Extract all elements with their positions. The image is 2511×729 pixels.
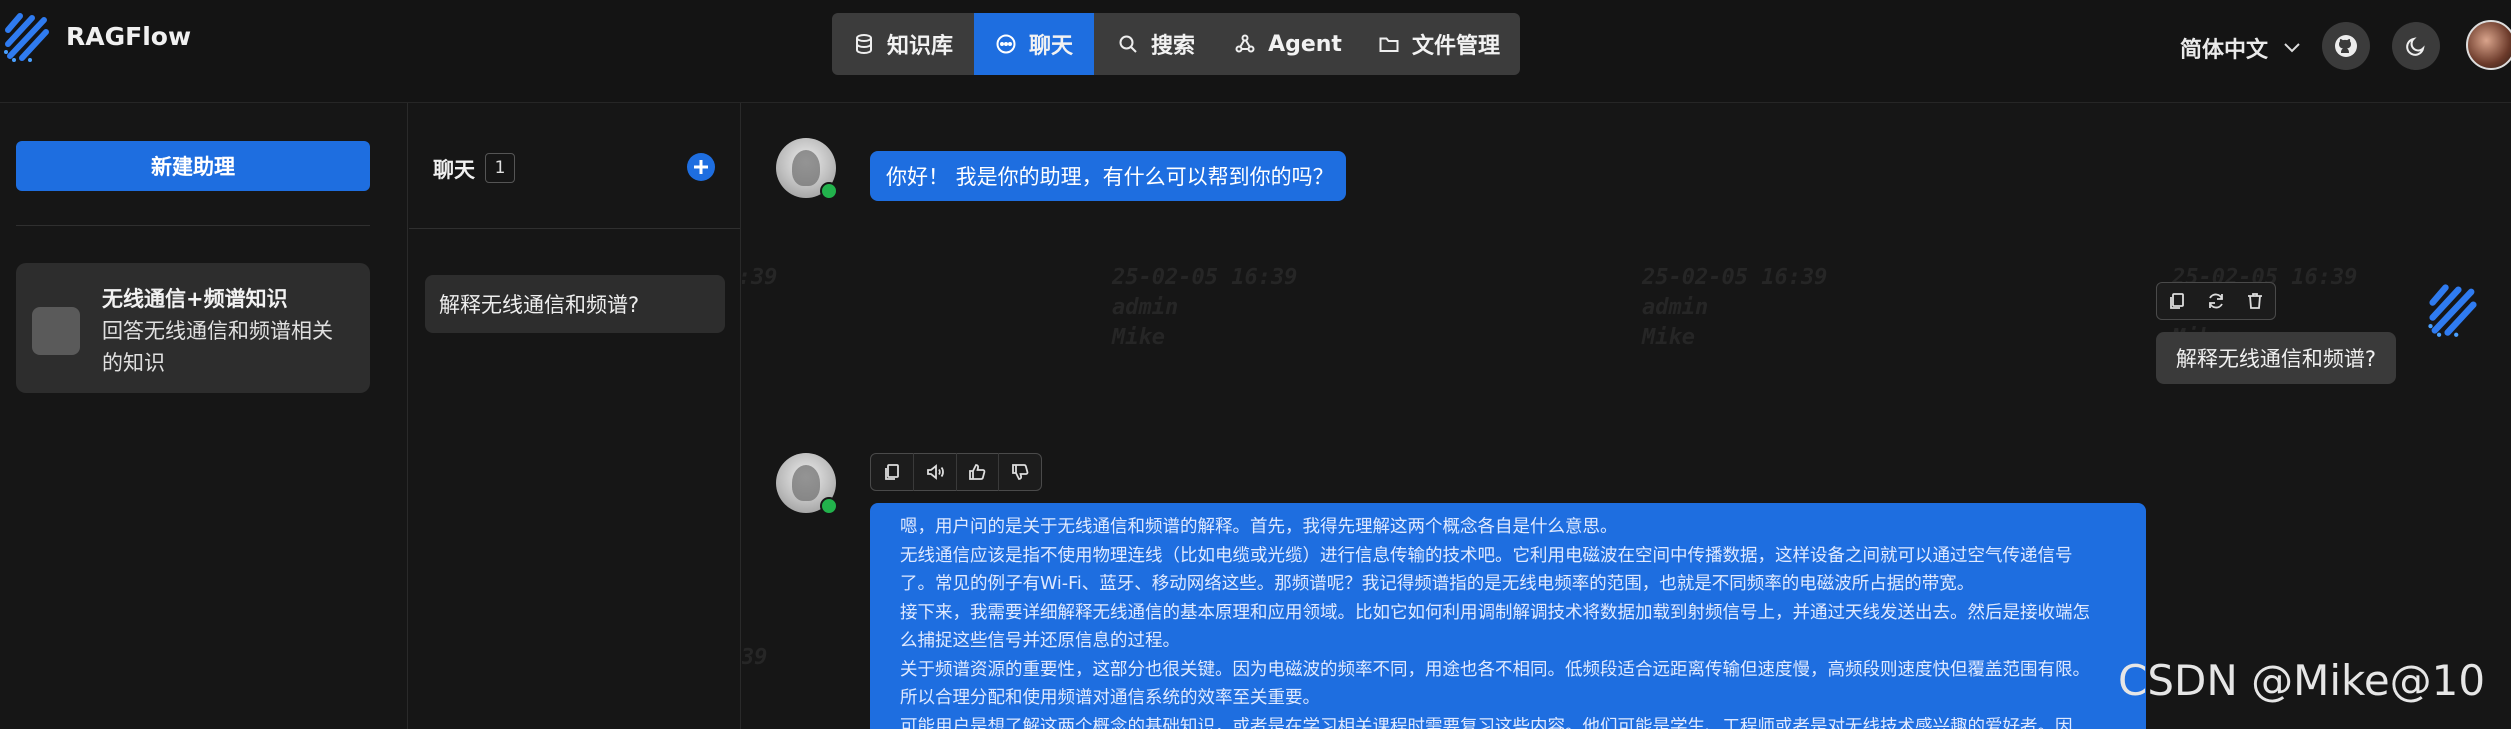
assistant-name: 无线通信+频谱知识	[102, 287, 288, 311]
conversation-list-panel: 聊天 1 解释无线通信和频谱?	[409, 103, 741, 729]
thumbs-up-icon	[967, 462, 987, 482]
read-aloud-button[interactable]	[914, 453, 957, 491]
assistant-sidebar: 新建助理 无线通信+频谱知识 回答无线通信和频谱相关的知识	[0, 103, 408, 729]
language-selector[interactable]: 简体中文	[2180, 32, 2302, 64]
chat-panel: 25-02-05 16:39 admin Mike 25-02-05 16:39…	[742, 103, 2511, 729]
answer-line: 么捕捉这些信号并还原信息的过程。	[900, 631, 1180, 651]
assistant-avatar	[776, 453, 838, 515]
watermark: 25-02-05 16:39 admin Mike	[1642, 265, 1828, 350]
watermark: 25-02-05 16:39 admin Mike	[1112, 265, 1298, 350]
user-message-avatar	[2424, 279, 2482, 339]
speaker-icon	[925, 462, 945, 482]
assistant-card[interactable]: 无线通信+频谱知识 回答无线通信和频谱相关的知识	[16, 263, 370, 393]
conversation-list-title: 聊天	[433, 158, 475, 182]
nav-item-file-manager[interactable]: 文件管理	[1358, 13, 1520, 75]
new-assistant-button[interactable]: 新建助理	[16, 141, 370, 191]
dislike-button[interactable]	[999, 453, 1041, 491]
greeting-message: 你好！ 我是你的助理，有什么可以帮到你的吗？	[870, 151, 1346, 201]
agent-graph-icon	[1234, 33, 1256, 55]
database-icon	[853, 33, 875, 55]
nav-label: 聊天	[1028, 34, 1073, 59]
folder-icon	[1378, 33, 1400, 55]
answer-line: 可能用户是想了解这两个概念的基础知识，或者是在学习相关课程时需要复习这些内容。他…	[900, 716, 2073, 729]
answer-line: 无线通信应该是指不使用物理连线（比如电缆或光缆）进行信息传输的技术吧。它利用电磁…	[900, 545, 2073, 566]
nav-label: 搜索	[1150, 34, 1195, 59]
online-status-dot	[820, 497, 838, 515]
ragflow-logo-icon[interactable]	[0, 8, 54, 64]
user-message: 解释无线通信和频谱?	[2156, 332, 2396, 384]
nav-label: 文件管理	[1411, 34, 1500, 59]
chat-icon	[995, 33, 1017, 55]
answer-toolbar	[870, 453, 1042, 491]
divider	[409, 228, 740, 229]
plus-circle-icon	[686, 152, 716, 182]
assistant-avatar	[32, 307, 80, 355]
nav-item-search[interactable]: 搜索	[1094, 13, 1218, 75]
user-message-toolbar	[2156, 282, 2276, 320]
search-icon	[1117, 33, 1139, 55]
copy-button[interactable]	[871, 453, 914, 491]
assistant-description: 回答无线通信和频谱相关的知识	[102, 319, 333, 375]
thumbs-down-icon	[1010, 462, 1030, 482]
divider	[16, 225, 370, 226]
nav-label: 知识库	[886, 34, 953, 59]
csdn-watermark: CSDN @Mike@10	[2118, 656, 2486, 705]
github-button[interactable]	[2322, 22, 2370, 70]
answer-line: 关于频谱资源的重要性，这部分也很关键。因为电磁波的频率不同，用途也各不相同。低频…	[900, 659, 2090, 680]
top-header: RAGFlow 知识库 聊天 搜索 Agent 文件管理 简体中文	[0, 0, 2511, 103]
conversation-count-badge: 1	[485, 153, 515, 183]
add-conversation-button[interactable]	[686, 152, 716, 182]
answer-line: 接下来，我需要详细解释无线通信的基本原理和应用领域。比如它如何利用调制解调技术将…	[900, 602, 2090, 623]
language-label: 简体中文	[2180, 38, 2269, 63]
nav-label: Agent	[1268, 31, 1342, 57]
app-name: RAGFlow	[66, 22, 192, 51]
answer-line: 所以合理分配和使用频谱对通信系统的效率至关重要。	[900, 688, 1320, 708]
nav-item-chat[interactable]: 聊天	[974, 13, 1094, 75]
main-nav: 知识库 聊天 搜索 Agent 文件管理	[832, 13, 1520, 75]
theme-toggle-button[interactable]	[2392, 22, 2440, 70]
answer-line: 了。常见的例子有Wi-Fi、蓝牙、移动网络这些。那频谱呢？我记得频谱指的是无线电…	[900, 574, 1975, 594]
answer-line: 嗯，用户问的是关于无线通信和频谱的解释。首先，我得先理解这两个概念各自是什么意思…	[900, 517, 1618, 537]
assistant-answer: 嗯，用户问的是关于无线通信和频谱的解释。首先，我得先理解这两个概念各自是什么意思…	[870, 503, 2146, 729]
conversation-item[interactable]: 解释无线通信和频谱?	[425, 275, 725, 333]
watermark: 25-02-05 16:39 admin Mike	[742, 265, 778, 290]
regenerate-icon[interactable]	[2206, 291, 2226, 311]
user-avatar[interactable]	[2466, 20, 2511, 70]
assistant-avatar	[776, 138, 838, 200]
nav-item-agent[interactable]: Agent	[1218, 13, 1358, 75]
nav-item-knowledge-base[interactable]: 知识库	[832, 13, 974, 75]
moon-icon	[2403, 33, 2429, 59]
chevron-down-icon	[2282, 41, 2302, 55]
online-status-dot	[820, 182, 838, 200]
github-icon	[2333, 33, 2359, 59]
watermark: 25-02-05 16:39 admin Mike	[742, 645, 768, 670]
copy-icon[interactable]	[2167, 291, 2187, 311]
like-button[interactable]	[957, 453, 1000, 491]
delete-icon[interactable]	[2245, 291, 2265, 311]
copy-icon	[882, 462, 902, 482]
